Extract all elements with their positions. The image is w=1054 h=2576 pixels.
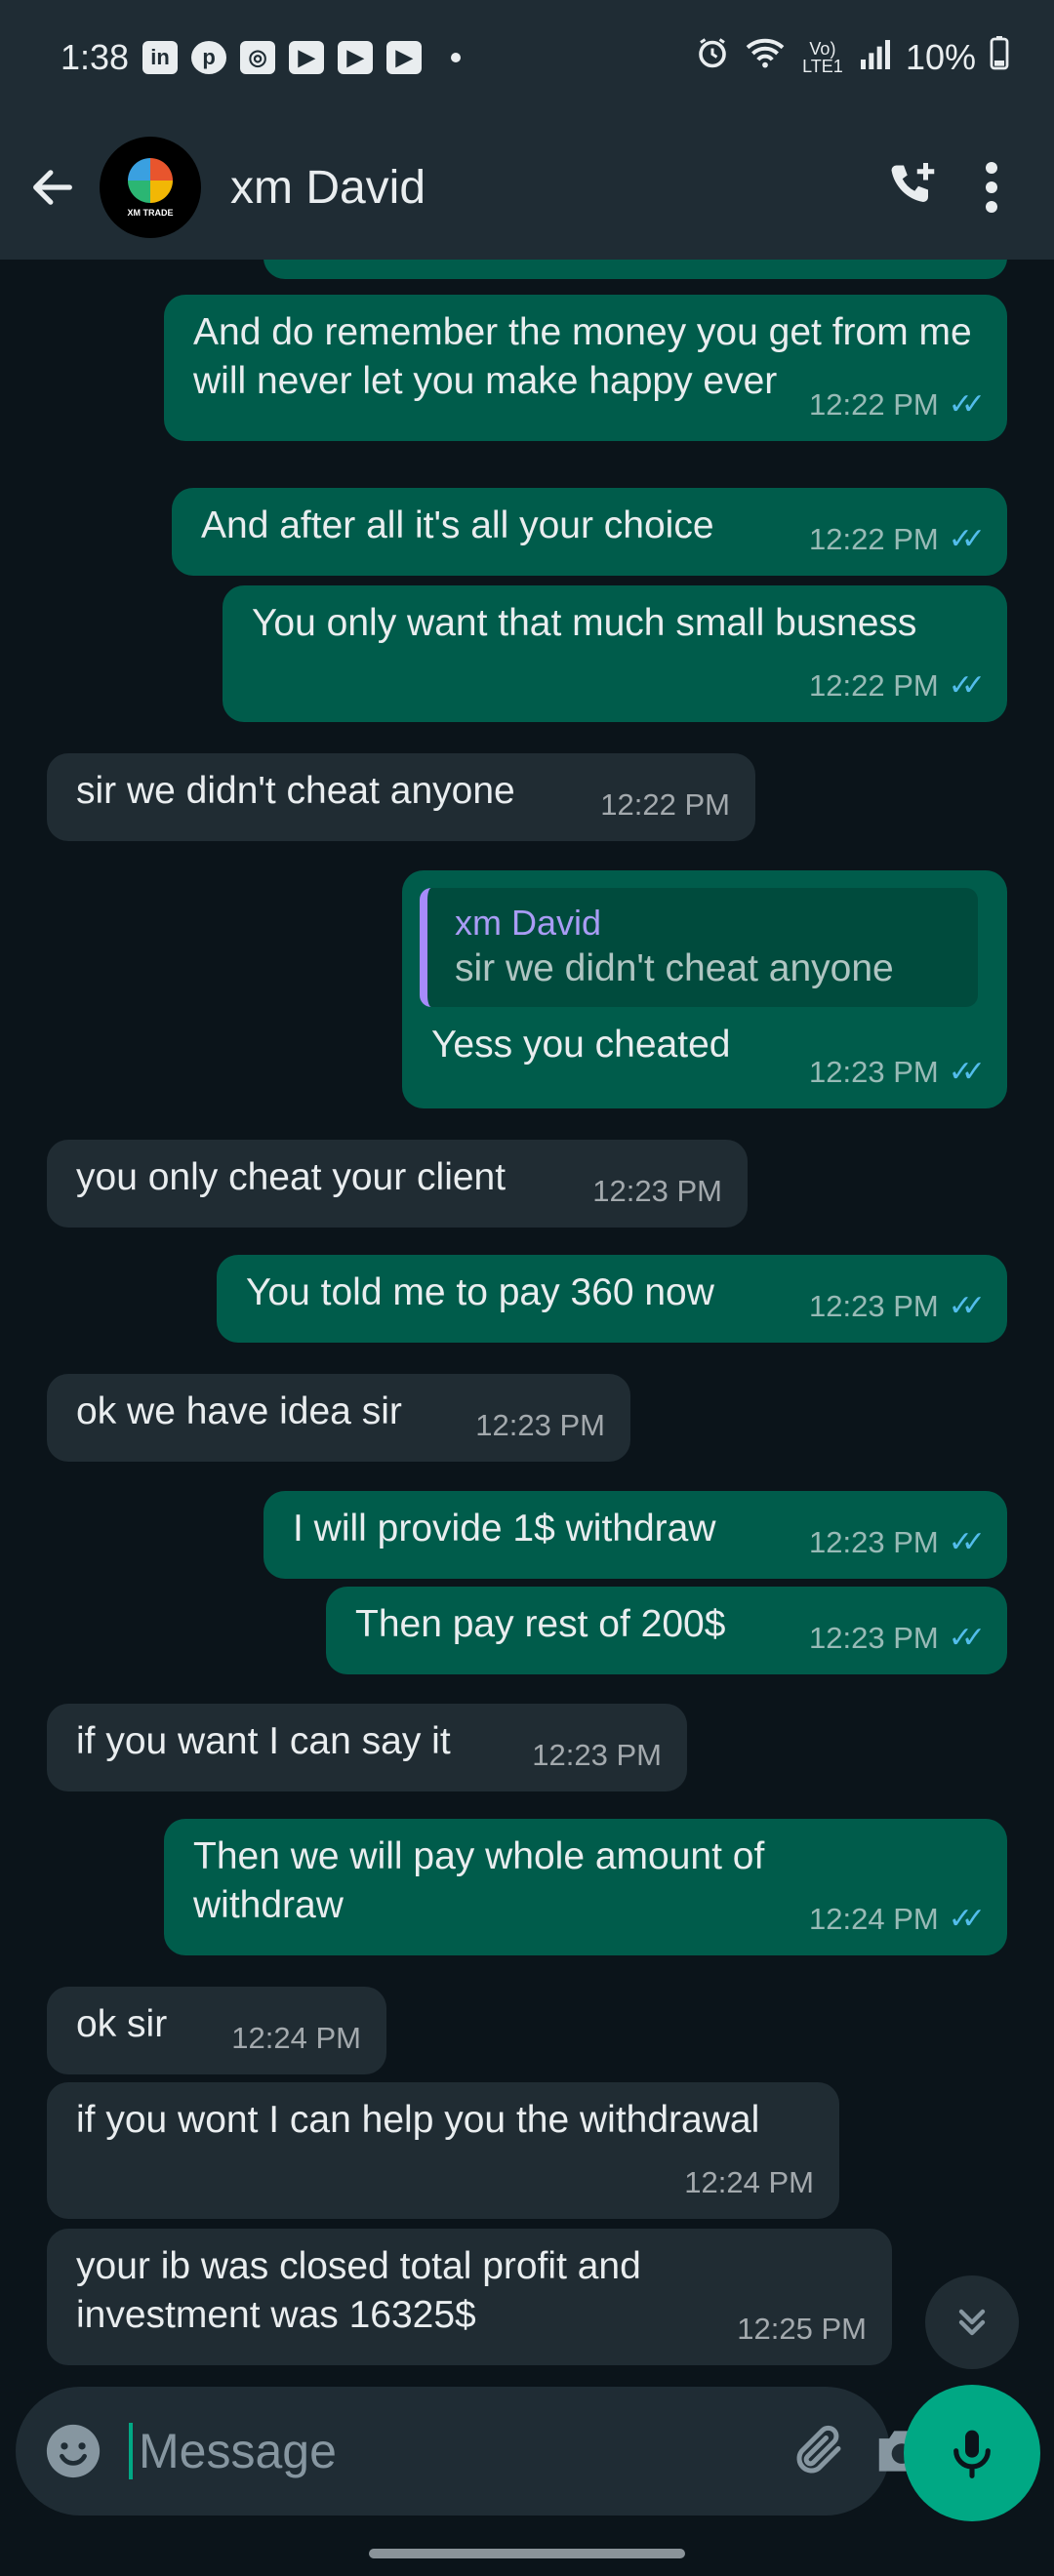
kebab-menu-icon xyxy=(986,162,997,213)
message-text: You only want that much small busness xyxy=(252,602,917,644)
message-time: 12:24 PM xyxy=(231,2021,361,2055)
back-button[interactable] xyxy=(23,158,82,217)
message-bubble[interactable]: I will provide 1$ withdraw 12:23 PM ✓✓ xyxy=(264,1491,1007,1579)
emoji-button[interactable] xyxy=(43,2420,103,2482)
home-indicator[interactable] xyxy=(369,2549,685,2558)
read-receipt-icon: ✓✓ xyxy=(948,1290,986,1322)
message-meta: 12:23 PM ✓✓ xyxy=(809,1614,986,1663)
scroll-to-bottom-button[interactable] xyxy=(925,2275,1019,2369)
message-meta: 12:23 PM xyxy=(475,1401,605,1450)
avatar-caption: XM TRADE xyxy=(127,207,174,218)
message-time: 12:24 PM xyxy=(809,1902,939,1936)
message-time: 12:23 PM xyxy=(809,1621,939,1655)
message-bubble[interactable]: your ib was closed total profit and inve… xyxy=(47,2229,892,2365)
quoted-author: xm David xyxy=(455,903,602,943)
xm-logo-icon xyxy=(128,157,173,203)
read-receipt-icon: ✓✓ xyxy=(948,1622,986,1654)
paperclip-icon xyxy=(796,2425,841,2474)
message-meta: 12:23 PM xyxy=(532,1731,662,1780)
add-call-button[interactable] xyxy=(874,148,953,226)
read-receipt-icon: ✓✓ xyxy=(948,1526,986,1558)
message-meta: 12:25 PM xyxy=(737,2305,867,2354)
message-text: if you wont I can help you the withdrawa… xyxy=(76,2099,760,2141)
message-time: 12:22 PM xyxy=(809,522,939,556)
microphone-icon xyxy=(953,2430,991,2478)
wifi-icon xyxy=(744,35,787,80)
message-bubble[interactable]: if you wont I can help you the withdrawa… xyxy=(47,2082,839,2219)
message-bubble[interactable]: And do remember the money you get from m… xyxy=(164,295,1007,441)
message-time: 12:23 PM xyxy=(809,1289,939,1323)
message-bubble[interactable]: You only want that much small busness 12… xyxy=(223,585,1007,722)
instagram-icon: ◎ xyxy=(240,41,276,74)
message-bubble[interactable]: ok sir 12:24 PM xyxy=(47,1987,386,2074)
alarm-icon xyxy=(695,35,730,80)
message-meta: 12:24 PM ✓✓ xyxy=(809,1895,986,1944)
youtube-icon: ▶ xyxy=(338,41,374,74)
message-time: 12:22 PM xyxy=(809,387,939,422)
more-options-button[interactable] xyxy=(953,148,1031,226)
message-bubble[interactable]: Then pay rest of 200$ 12:23 PM ✓✓ xyxy=(326,1587,1007,1674)
message-meta: 12:22 PM ✓✓ xyxy=(809,381,986,429)
message-time: 12:25 PM xyxy=(737,2312,867,2346)
read-receipt-icon: ✓✓ xyxy=(948,388,986,421)
battery-percent: 10% xyxy=(905,37,976,77)
message-bubble[interactable]: ok we have idea sir 12:23 PM xyxy=(47,1374,630,1462)
voice-message-button[interactable] xyxy=(904,2385,1040,2521)
message-meta: 12:23 PM ✓✓ xyxy=(809,1518,986,1567)
emoji-icon xyxy=(46,2424,101,2478)
message-meta: 12:23 PM ✓✓ xyxy=(809,1048,986,1097)
message-meta: 12:24 PM xyxy=(684,2158,814,2207)
message-bubble[interactable]: You told me to pay 360 now 12:23 PM ✓✓ xyxy=(217,1255,1007,1343)
message-bubble-partial[interactable] xyxy=(264,260,1007,279)
attach-button[interactable] xyxy=(790,2412,848,2490)
message-meta: 12:22 PM xyxy=(600,781,730,829)
more-notifications-dot xyxy=(451,53,462,62)
read-receipt-icon: ✓✓ xyxy=(948,669,986,702)
message-time: 12:24 PM xyxy=(684,2165,814,2199)
message-time: 12:23 PM xyxy=(592,1174,722,1208)
message-meta: 12:22 PM ✓✓ xyxy=(809,515,986,564)
message-text: your ib was closed total profit and inve… xyxy=(76,2245,641,2336)
network-type: Vo) LTE1 xyxy=(802,39,843,76)
battery-icon xyxy=(990,35,1009,80)
message-bubble[interactable]: And after all it's all your choice 12:22… xyxy=(172,488,1007,576)
contact-name[interactable]: xm David xyxy=(230,161,874,215)
message-input[interactable] xyxy=(129,2423,766,2479)
message-time: 12:23 PM xyxy=(475,1408,605,1442)
message-bubble[interactable]: sir we didn't cheat anyone 12:22 PM xyxy=(47,753,755,841)
pinterest-icon: p xyxy=(191,41,227,74)
quoted-message[interactable]: xm David sir we didn't cheat anyone xyxy=(420,888,978,1007)
youtube-icon: ▶ xyxy=(386,41,423,74)
status-bar: 1:38 in p ◎ ▶ ▶ ▶ Vo) LTE1 10% xyxy=(0,0,1054,115)
message-meta: 12:24 PM xyxy=(231,2014,361,2063)
message-meta: 12:22 PM ✓✓ xyxy=(809,662,986,710)
message-bubble[interactable]: xm David sir we didn't cheat anyone Yess… xyxy=(402,870,1007,1108)
back-arrow-icon xyxy=(33,170,72,205)
phone-plus-icon xyxy=(891,163,935,202)
read-receipt-icon: ✓✓ xyxy=(948,523,986,555)
message-meta: 12:23 PM ✓✓ xyxy=(809,1282,986,1331)
message-time: 12:22 PM xyxy=(600,787,730,822)
message-time: 12:23 PM xyxy=(809,1055,939,1089)
chat-area[interactable]: And do remember the money you get from m… xyxy=(0,260,1054,2377)
youtube-icon: ▶ xyxy=(289,41,325,74)
quoted-text: sir we didn't cheat anyone xyxy=(455,947,894,989)
message-text: Then we will pay whole amount of withdra… xyxy=(193,1835,765,1926)
linkedin-icon: in xyxy=(142,41,179,74)
read-receipt-icon: ✓✓ xyxy=(948,1903,986,1935)
double-chevron-down-icon xyxy=(958,2309,986,2336)
message-time: 12:23 PM xyxy=(809,1525,939,1559)
message-bubble[interactable]: if you want I can say it 12:23 PM xyxy=(47,1704,687,1791)
message-meta: 12:23 PM xyxy=(592,1167,722,1216)
message-time: 12:22 PM xyxy=(809,668,939,703)
signal-icon xyxy=(859,37,892,79)
message-bubble[interactable]: you only cheat your client 12:23 PM xyxy=(47,1140,748,1228)
chat-header: XM TRADE xm David xyxy=(0,115,1054,260)
message-composer xyxy=(16,2387,925,2516)
status-time: 1:38 xyxy=(61,37,130,77)
message-time: 12:23 PM xyxy=(532,1738,662,1772)
read-receipt-icon: ✓✓ xyxy=(948,1056,986,1088)
avatar[interactable]: XM TRADE xyxy=(100,137,201,238)
message-bubble[interactable]: Then we will pay whole amount of withdra… xyxy=(164,1819,1007,1955)
